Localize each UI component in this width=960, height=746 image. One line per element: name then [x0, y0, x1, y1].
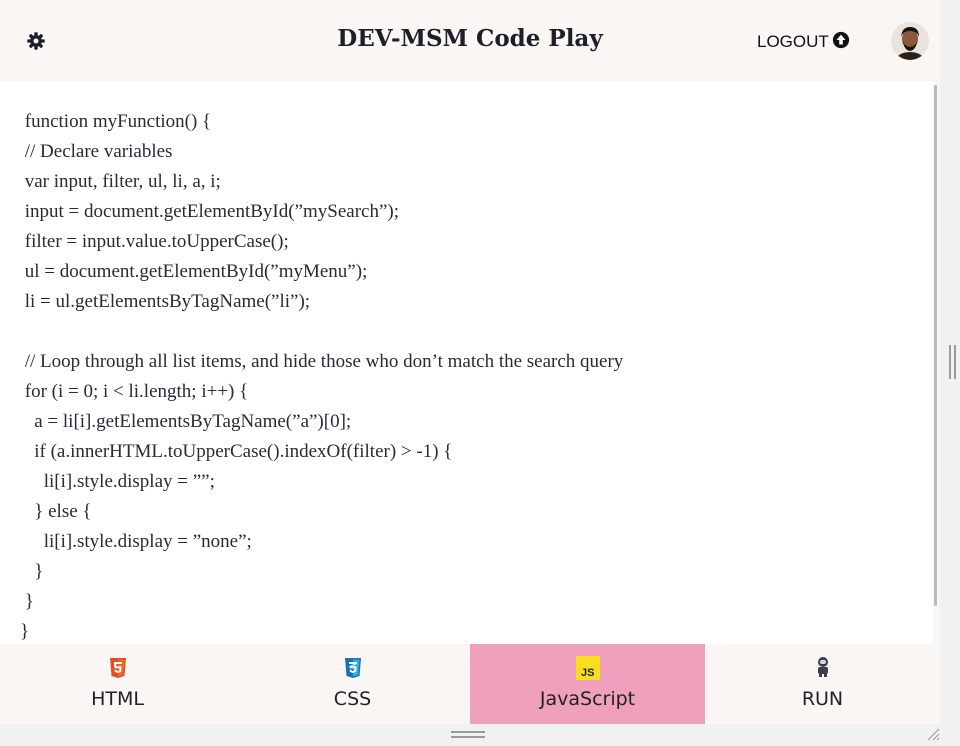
language-tabs: HTML CSS JS JavaScript RUN	[0, 644, 940, 724]
horizontal-resize-handle[interactable]	[451, 731, 485, 739]
tab-run-label: RUN	[801, 688, 844, 710]
html5-icon	[109, 656, 127, 685]
vertical-resize-handle[interactable]	[949, 345, 957, 379]
tab-html-label: HTML	[91, 688, 144, 710]
css3-icon	[344, 656, 362, 685]
editor-scrollbar[interactable]	[933, 81, 940, 644]
tab-css[interactable]: CSS	[235, 644, 470, 724]
code-content[interactable]: function myFunction() { // Declare varia…	[20, 107, 623, 644]
js-icon: JS	[575, 656, 600, 685]
app-header: DEV-MSM Code Play LOGOUT	[0, 0, 940, 81]
logout-label: LOGOUT	[757, 32, 829, 51]
arrow-up-circle-icon	[832, 31, 850, 54]
code-editor[interactable]: function myFunction() { // Declare varia…	[0, 81, 933, 644]
tab-javascript[interactable]: JS JavaScript	[470, 644, 705, 724]
svg-text:JS: JS	[581, 667, 594, 679]
scrollbar-thumb[interactable]	[934, 85, 937, 606]
tab-javascript-label: JavaScript	[539, 688, 636, 710]
avatar[interactable]	[891, 22, 929, 60]
astronaut-icon	[815, 656, 831, 683]
tab-css-label: CSS	[333, 688, 372, 710]
tab-html[interactable]: HTML	[0, 644, 235, 724]
logout-button[interactable]: LOGOUT	[757, 31, 850, 53]
tab-run[interactable]: RUN	[705, 644, 940, 724]
resize-corner-icon[interactable]	[926, 727, 940, 741]
code-play-app: DEV-MSM Code Play LOGOUT function myFunc…	[0, 0, 940, 724]
